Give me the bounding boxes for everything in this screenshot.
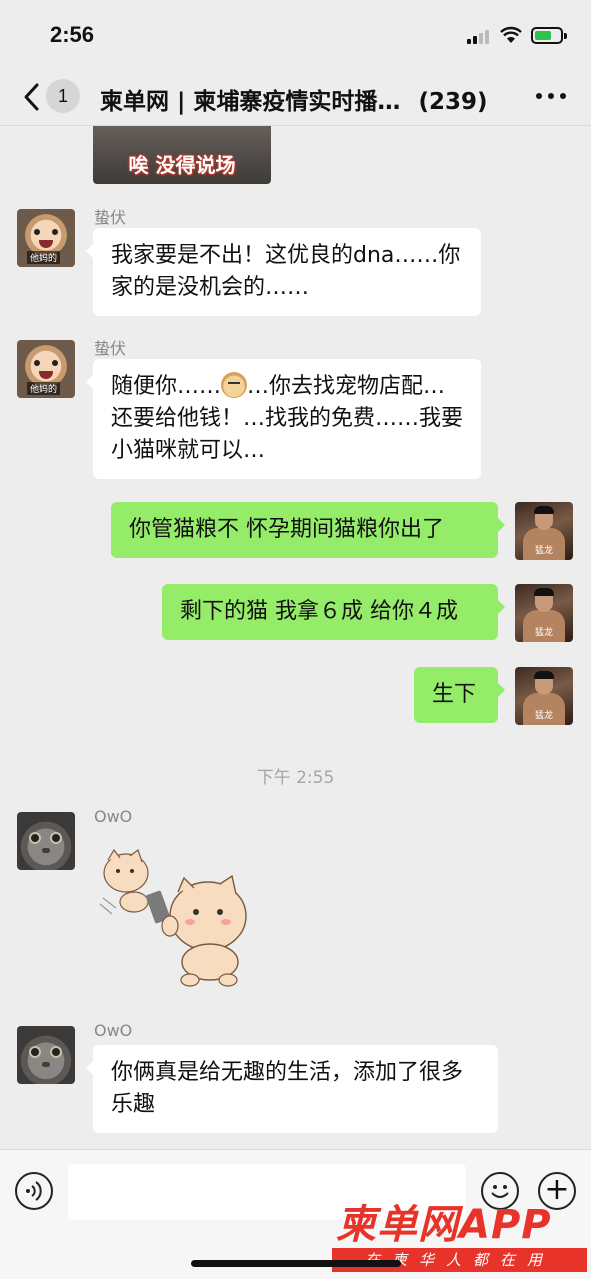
cat-sticker-image[interactable] xyxy=(98,838,258,988)
time-divider: 下午 2:55 xyxy=(256,768,335,788)
unread-count-badge[interactable]: 1 xyxy=(46,79,80,113)
avatar[interactable] xyxy=(17,1026,75,1084)
status-bar: 2:56 xyxy=(0,0,591,70)
sticker-image[interactable]: 唉 没得说场 xyxy=(93,126,271,184)
sender-name: OwO xyxy=(94,807,133,826)
signal-icon xyxy=(467,30,493,44)
sender-name: 蛰伏 xyxy=(94,339,127,358)
status-time: 2:56 xyxy=(50,22,95,47)
avatar-tag: 猛龙 xyxy=(535,711,554,721)
chat-member-count: (239) xyxy=(418,89,488,115)
message-bubble[interactable]: 你俩真是给无趣的生活，添加了很多乐趣 xyxy=(86,1045,498,1133)
message-list[interactable]: 唉 没得说场 他妈的 蛰伏 我家要是不出！这优良的dna……你家的是没机会的……… xyxy=(0,126,591,1149)
wifi-icon xyxy=(500,26,522,43)
avatar[interactable] xyxy=(17,812,75,870)
sticker-caption: 唉 没得说场 xyxy=(128,153,236,177)
avatar[interactable]: 他妈的 xyxy=(17,340,75,398)
avatar-tag: 猛龙 xyxy=(535,628,554,638)
sender-name: 蛰伏 xyxy=(94,208,127,227)
avatar[interactable]: 猛龙 xyxy=(515,502,573,560)
avatar[interactable]: 他妈的 xyxy=(17,209,75,267)
message-bubble[interactable]: 你管猫粮不 怀孕期间猫粮你出了 xyxy=(111,502,505,558)
chat-title-text: 柬单网 | 柬埔寨疫情实时播… xyxy=(100,89,401,115)
smiley-icon xyxy=(491,1185,509,1198)
emoji-button[interactable] xyxy=(481,1172,519,1210)
avatar[interactable]: 猛龙 xyxy=(515,584,573,642)
plus-icon: + xyxy=(544,1172,570,1207)
more-options-icon[interactable] xyxy=(536,93,566,101)
battery-icon xyxy=(531,27,567,44)
more-actions-button[interactable]: + xyxy=(538,1172,576,1210)
message-bubble[interactable]: 剩下的猫 我拿６成 给你４成 xyxy=(162,584,505,640)
avatar-tag: 他妈的 xyxy=(27,251,61,264)
voice-input-button[interactable] xyxy=(15,1172,53,1210)
voice-icon xyxy=(26,1181,42,1201)
chat-header: 1 柬单网 | 柬埔寨疫情实时播… (239) xyxy=(0,70,591,126)
message-bubble[interactable]: 我家要是不出！这优良的dna……你家的是没机会的…… xyxy=(86,228,481,316)
avatar-tag: 猛龙 xyxy=(535,546,554,556)
sender-name: OwO xyxy=(94,1021,133,1040)
home-indicator[interactable] xyxy=(191,1260,401,1267)
back-chevron-icon[interactable] xyxy=(20,82,44,112)
message-bubble[interactable]: 随便你…… …你去找宠物店配…还要给他钱！…找我的免费……我要小猫咪就可以… xyxy=(86,359,481,479)
message-input[interactable] xyxy=(68,1164,466,1220)
chat-title: 柬单网 | 柬埔寨疫情实时播… (239) xyxy=(100,82,500,116)
avatar[interactable]: 猛龙 xyxy=(515,667,573,725)
message-bubble[interactable]: 生下 xyxy=(414,667,505,723)
message-text: 随便你…… xyxy=(111,374,222,399)
doge-emoji-icon xyxy=(221,372,248,398)
avatar-tag: 他妈的 xyxy=(27,382,61,395)
